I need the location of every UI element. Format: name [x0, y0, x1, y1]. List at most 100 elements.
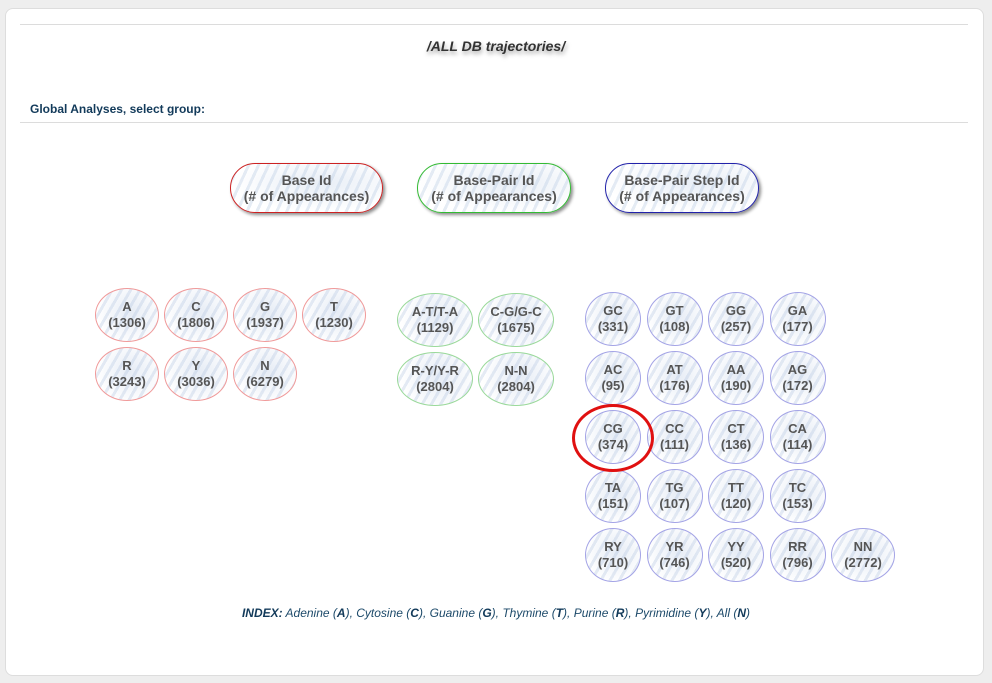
base-id-title: Base Id: [281, 172, 332, 188]
step-ta[interactable]: TA (151): [585, 469, 641, 523]
step-tc[interactable]: TC (153): [769, 469, 826, 523]
base-count: (3243): [108, 374, 146, 389]
index-legend: INDEX: Adenine (A), Cytosine (C), Guanin…: [0, 606, 992, 620]
step-yr[interactable]: YR (746): [646, 528, 703, 582]
base-pair-step-id-button[interactable]: Base-Pair Step Id (# of Appearances): [605, 163, 759, 213]
base-t[interactable]: T (1230): [302, 288, 366, 342]
step-cg[interactable]: CG (374): [585, 410, 641, 464]
step-count: (172): [782, 378, 813, 393]
step-count: (95): [601, 378, 625, 393]
index-prefix: INDEX:: [241, 606, 283, 620]
base-pair-id-button[interactable]: Base-Pair Id (# of Appearances): [417, 163, 571, 213]
base-pair-id-title: Base-Pair Id: [453, 172, 535, 188]
step-ca[interactable]: CA (114): [769, 410, 826, 464]
index-item: Adenine (A),: [285, 606, 357, 620]
step-count: (153): [782, 496, 813, 511]
step-at[interactable]: AT (176): [646, 351, 703, 405]
step-label: TC: [788, 480, 807, 495]
step-gc[interactable]: GC (331): [585, 292, 641, 346]
base-count: (3036): [177, 374, 215, 389]
step-count: (746): [659, 555, 690, 570]
base_pair-label: R-Y/Y-R: [411, 363, 459, 378]
step-label: TA: [604, 480, 622, 495]
base-pair-step-id-title: Base-Pair Step Id: [624, 172, 740, 188]
base_pair-a-t-t-a[interactable]: A-T/T-A (1129): [397, 293, 473, 347]
step-count: (520): [720, 555, 752, 570]
base-count: (6279): [246, 374, 284, 389]
step-label: CC: [665, 421, 684, 436]
base_pair-label: A-T/T-A: [411, 304, 459, 319]
base-a[interactable]: A (1306): [95, 288, 159, 342]
step-tg[interactable]: TG (107): [646, 469, 703, 523]
step-count: (108): [659, 319, 690, 334]
step-tt[interactable]: TT (120): [708, 469, 764, 523]
base-y[interactable]: Y (3036): [164, 347, 228, 401]
step-label: YR: [665, 539, 684, 554]
step-gg[interactable]: GG (257): [708, 292, 764, 346]
step-count: (136): [720, 437, 752, 452]
step-count: (177): [782, 319, 813, 334]
index-item: All (N): [716, 606, 751, 620]
step-label: AC: [603, 362, 623, 377]
base-label: A: [122, 299, 132, 314]
step-label: CA: [788, 421, 807, 436]
base_pair-c-g-g-c[interactable]: C-G/G-C (1675): [478, 293, 554, 347]
step-gt[interactable]: GT (108): [646, 292, 703, 346]
base_pair-count: (2804): [416, 379, 454, 394]
step-label: AG: [787, 362, 808, 377]
step-yy[interactable]: YY (520): [708, 528, 764, 582]
base-count: (1306): [108, 315, 146, 330]
base_pair-count: (1675): [497, 320, 535, 335]
step-aa[interactable]: AA (190): [708, 351, 764, 405]
step-label: AT: [666, 362, 683, 377]
step-label: GT: [665, 303, 684, 318]
base-count: (1806): [177, 315, 215, 330]
base_pair-r-y-y-r[interactable]: R-Y/Y-R (2804): [397, 352, 473, 406]
base-label: Y: [191, 358, 201, 373]
step-ry[interactable]: RY (710): [585, 528, 641, 582]
base-id-button[interactable]: Base Id (# of Appearances): [230, 163, 383, 213]
step-label: AA: [726, 362, 746, 377]
index-item: Guanine (G),: [429, 606, 503, 620]
step-ac[interactable]: AC (95): [585, 351, 641, 405]
step-label: RR: [788, 539, 807, 554]
section-label: Global Analyses, select group:: [30, 102, 205, 116]
step-ag[interactable]: AG (172): [769, 351, 826, 405]
step-label: TT: [728, 480, 744, 495]
base-count: (1230): [315, 315, 353, 330]
base_pair-label: C-G/G-C: [490, 304, 542, 319]
step-ct[interactable]: CT (136): [708, 410, 764, 464]
index-item: Pyrimidine (Y),: [635, 606, 717, 620]
step-ga[interactable]: GA (177): [769, 292, 826, 346]
step-count: (710): [597, 555, 629, 570]
step-label: RY: [604, 539, 622, 554]
step-count: (107): [659, 496, 690, 511]
step-count: (176): [659, 378, 690, 393]
base_pair-n-n[interactable]: N-N (2804): [478, 352, 554, 406]
step-label: CG: [603, 421, 623, 436]
base-c[interactable]: C (1806): [164, 288, 228, 342]
base-r[interactable]: R (3243): [95, 347, 159, 401]
step-count: (374): [597, 437, 629, 452]
base-count: (1937): [246, 315, 284, 330]
page-title: /ALL DB trajectories/: [426, 38, 566, 54]
step-label: GA: [787, 303, 808, 318]
base-label: N: [260, 358, 270, 373]
step-label: NN: [853, 539, 873, 554]
step-cc[interactable]: CC (111): [646, 410, 703, 464]
index-item: Cytosine (C),: [356, 606, 430, 620]
base-n[interactable]: N (6279): [233, 347, 297, 401]
base-g[interactable]: G (1937): [233, 288, 297, 342]
step-count: (151): [597, 496, 629, 511]
step-count: (111): [660, 437, 689, 452]
step-label: YY: [727, 539, 745, 554]
section-divider: [20, 122, 968, 123]
top-divider: [20, 24, 968, 25]
step-label: GG: [725, 303, 747, 318]
step-count: (190): [720, 378, 752, 393]
step-count: (120): [720, 496, 752, 511]
step-rr[interactable]: RR (796): [769, 528, 826, 582]
step-count: (257): [720, 319, 752, 334]
step-nn[interactable]: NN (2772): [831, 528, 895, 582]
base-pair-id-subtitle: (# of Appearances): [431, 188, 557, 204]
